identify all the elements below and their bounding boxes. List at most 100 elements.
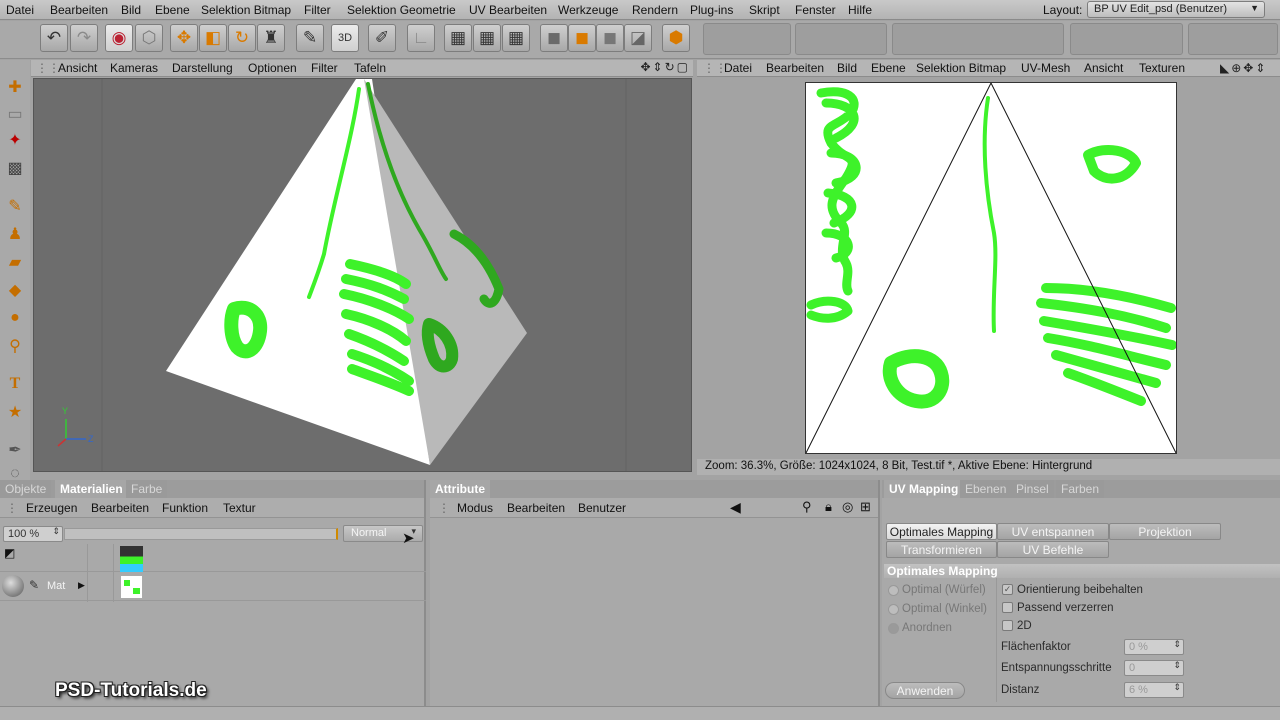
- radio-optimal-winkel[interactable]: [888, 604, 899, 615]
- hex-icon[interactable]: ⬢: [662, 24, 690, 52]
- drop-icon[interactable]: ●: [3, 306, 27, 330]
- viewport-menu-ansicht[interactable]: Ansicht: [58, 61, 97, 75]
- menu-datei[interactable]: Datei: [6, 3, 34, 17]
- target-icon[interactable]: ◎: [842, 499, 853, 515]
- menu-filter[interactable]: Filter: [304, 3, 331, 17]
- menu-ebene[interactable]: Ebene: [155, 3, 190, 17]
- menu-bearbeiten[interactable]: Bearbeiten: [50, 3, 108, 17]
- btn-uv-befehle[interactable]: UV Befehle: [997, 541, 1109, 558]
- cube-icon[interactable]: ◼: [540, 24, 568, 52]
- tab-uv-mapping[interactable]: UV Mapping: [884, 480, 964, 498]
- btn-uv-entspannen[interactable]: UV entspannen: [997, 523, 1109, 540]
- uv-menu-datei[interactable]: Datei: [724, 61, 752, 75]
- paint-brush-icon[interactable]: ✎: [3, 194, 27, 218]
- cube-grey-icon[interactable]: ◼: [596, 24, 624, 52]
- search-icon[interactable]: ⚲: [802, 499, 812, 515]
- move-icon[interactable]: ✥: [170, 24, 198, 52]
- rotate-icon[interactable]: ↻: [228, 24, 256, 52]
- attribute-menu-benutzer[interactable]: Benutzer: [578, 501, 626, 515]
- tab-materialien[interactable]: Materialien: [55, 480, 128, 498]
- tab-ebenen[interactable]: Ebenen: [960, 480, 1012, 498]
- menu-plugins[interactable]: Plug-ins: [690, 3, 733, 17]
- back-arrow-icon[interactable]: ◀: [730, 499, 741, 516]
- layout-select[interactable]: BP UV Edit_psd (Benutzer) ▼: [1087, 1, 1265, 18]
- materials-menu-bearbeiten[interactable]: Bearbeiten: [91, 501, 149, 515]
- uv-texture-canvas[interactable]: [805, 82, 1177, 454]
- material-layer-row-1[interactable]: ◩: [0, 544, 426, 572]
- materials-menu-funktion[interactable]: Funktion: [162, 501, 208, 515]
- redo-icon[interactable]: ↷: [70, 24, 98, 52]
- menu-selektion-geometrie[interactable]: Selektion Geometrie: [347, 3, 456, 17]
- btn-optimales-mapping[interactable]: Optimales Mapping: [886, 523, 997, 540]
- checkbox-passend-verzerren[interactable]: [1002, 602, 1013, 613]
- select-3d-icon[interactable]: ⬡: [135, 24, 163, 52]
- opacity-slider[interactable]: [64, 528, 338, 540]
- checkbox-orientierung[interactable]: ✓: [1002, 584, 1013, 595]
- viewport-menu-optionen[interactable]: Optionen: [248, 61, 297, 75]
- expand-arrow-icon[interactable]: ▶: [78, 580, 85, 591]
- viewport-menu-kameras[interactable]: Kameras: [110, 61, 158, 75]
- live-select-icon[interactable]: ◉: [105, 24, 133, 52]
- text-tool-icon[interactable]: T: [3, 372, 27, 396]
- texture-axis-icon[interactable]: ♜: [257, 24, 285, 52]
- uv-nav-icons[interactable]: ◣⊕✥⇕: [1220, 61, 1267, 75]
- menu-uv-bearbeiten[interactable]: UV Bearbeiten: [469, 3, 547, 17]
- brush-guitar-icon[interactable]: ✐: [368, 24, 396, 52]
- viewport-menu-darstellung[interactable]: Darstellung: [172, 61, 233, 75]
- menu-bild[interactable]: Bild: [121, 3, 141, 17]
- tab-objekte[interactable]: Objekte: [0, 480, 52, 498]
- menu-fenster[interactable]: Fenster: [795, 3, 836, 17]
- checker-tool-icon[interactable]: ▩: [3, 156, 27, 180]
- undo-icon[interactable]: ↶: [40, 24, 68, 52]
- field-distanz[interactable]: 6 % ⇕: [1124, 682, 1184, 698]
- uv-menu-uv-mesh[interactable]: UV-Mesh: [1021, 61, 1070, 75]
- tab-farbe[interactable]: Farbe: [126, 480, 168, 498]
- 3d-viewport[interactable]: Y Z: [33, 78, 692, 472]
- tab-attribute[interactable]: Attribute: [430, 480, 490, 498]
- fill-bucket-icon[interactable]: ◆: [3, 278, 27, 302]
- uv-menu-bearbeiten[interactable]: Bearbeiten: [766, 61, 824, 75]
- lock-icon[interactable]: 🔒︎: [825, 499, 832, 515]
- uv-menu-texturen[interactable]: Texturen: [1139, 61, 1185, 75]
- stamp-icon[interactable]: ♟: [3, 222, 27, 246]
- cube-orange-icon[interactable]: ◼: [568, 24, 596, 52]
- viewport-menu-filter[interactable]: Filter: [311, 61, 338, 75]
- uv-menu-bild[interactable]: Bild: [837, 61, 857, 75]
- menu-hilfe[interactable]: Hilfe: [848, 3, 872, 17]
- btn-transformieren[interactable]: Transformieren: [886, 541, 997, 558]
- checker-icon[interactable]: ▦: [444, 24, 472, 52]
- menu-rendern[interactable]: Rendern: [632, 3, 678, 17]
- uv-menu-ansicht[interactable]: Ansicht: [1084, 61, 1123, 75]
- opacity-field[interactable]: 100 % ⇕: [3, 526, 63, 542]
- viewport-menu-tafeln[interactable]: Tafeln: [354, 61, 386, 75]
- materials-menu-textur[interactable]: Textur: [223, 501, 256, 515]
- zoom-icon[interactable]: ⚲: [3, 334, 27, 358]
- ruler-icon[interactable]: ∟: [407, 24, 435, 52]
- material-layer-row-2[interactable]: ✎ Mat ▶: [0, 573, 426, 601]
- eraser-icon[interactable]: ▰: [3, 250, 27, 274]
- field-entspannungsschritte[interactable]: 0 ⇕: [1124, 660, 1184, 676]
- uv-menu-ebene[interactable]: Ebene: [871, 61, 906, 75]
- tab-farben[interactable]: Farben: [1056, 480, 1105, 498]
- rect-select-icon[interactable]: ▭: [3, 102, 27, 126]
- brush-3d-icon[interactable]: 3D: [331, 24, 359, 52]
- menu-werkzeuge[interactable]: Werkzeuge: [558, 3, 618, 17]
- materials-menu-erzeugen[interactable]: Erzeugen: [26, 501, 77, 515]
- field-flaechenfaktor[interactable]: 0 % ⇕: [1124, 639, 1184, 655]
- checker3-icon[interactable]: ▦: [502, 24, 530, 52]
- apply-button[interactable]: Anwenden: [885, 682, 965, 699]
- brush-icon[interactable]: ✎: [296, 24, 324, 52]
- cube-edge-icon[interactable]: ◪: [624, 24, 652, 52]
- new-window-icon[interactable]: ⊞: [860, 499, 871, 515]
- checkbox-2d[interactable]: [1002, 620, 1013, 631]
- attribute-menu-modus[interactable]: Modus: [457, 501, 493, 515]
- uv-menu-selektion-bitmap[interactable]: Selektion Bitmap: [916, 61, 1006, 75]
- viewport-nav-icons[interactable]: ✥⇕↻▢: [640, 60, 690, 74]
- eyedropper-icon[interactable]: ✒: [3, 438, 27, 462]
- btn-projektion[interactable]: Projektion: [1109, 523, 1221, 540]
- tab-pinsel[interactable]: Pinsel: [1011, 480, 1054, 498]
- menu-skript[interactable]: Skript: [749, 3, 780, 17]
- checker2-icon[interactable]: ▦: [473, 24, 501, 52]
- star-icon[interactable]: ★: [3, 400, 27, 424]
- attribute-menu-bearbeiten[interactable]: Bearbeiten: [507, 501, 565, 515]
